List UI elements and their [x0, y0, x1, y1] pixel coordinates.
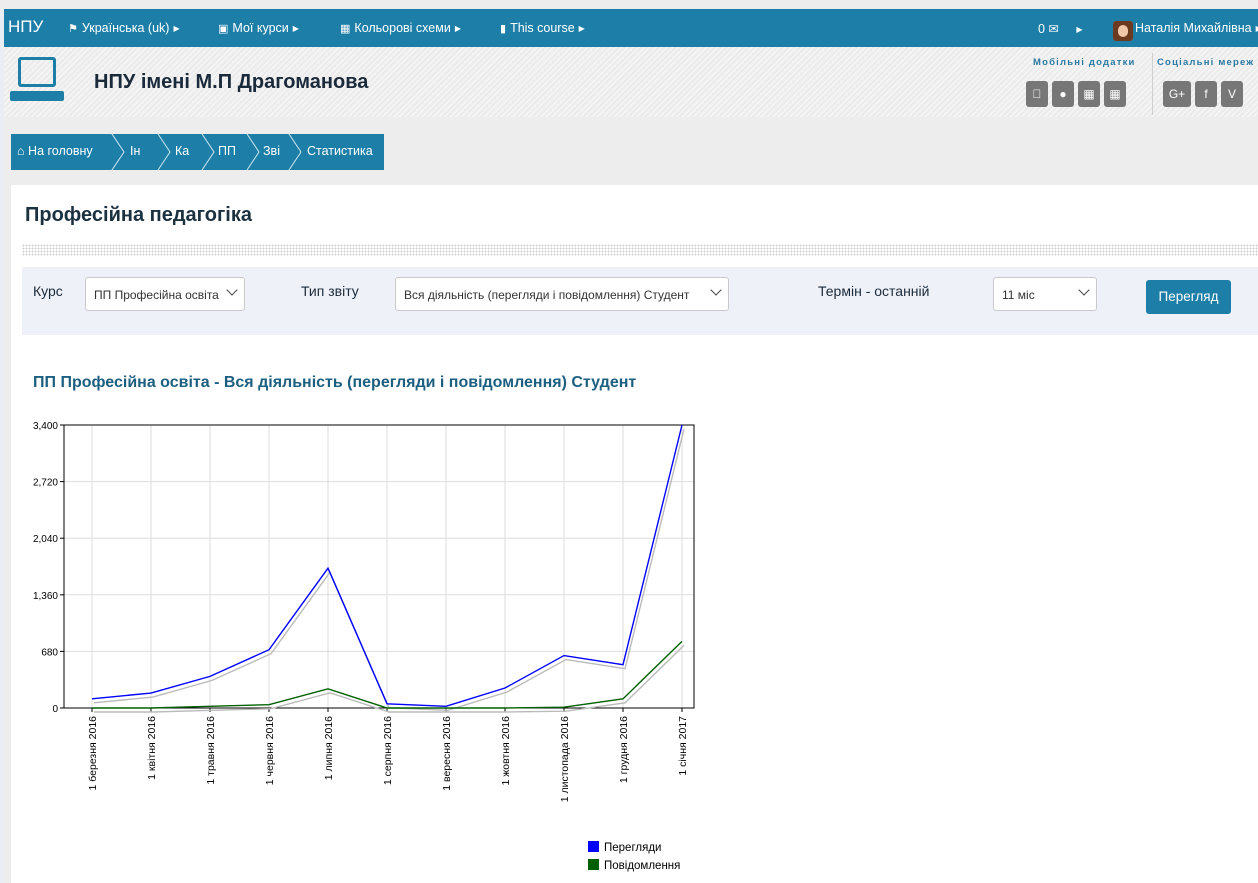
view-button[interactable]: Перегляд — [1146, 280, 1231, 314]
period-label: Термін - останній — [818, 283, 930, 299]
legend-swatch — [588, 841, 599, 852]
activity-chart: 0 680 1,360 2,040 2,720 3,400 1 березня 2016 1 … — [33, 421, 695, 872]
windows-icon[interactable]: ▦ — [1078, 81, 1100, 107]
report-type-select[interactable]: Вся діяльність (перегляди і повідомлення… — [395, 277, 729, 311]
caret-right-icon: ▶ — [1076, 25, 1083, 34]
plot-area — [63, 424, 695, 709]
x-tick-label: 1 січня 2017 — [677, 716, 689, 776]
vk-icon[interactable]: V — [1221, 81, 1243, 107]
legend-label: Повідомлення — [604, 860, 680, 872]
course-select[interactable]: ПП Професійна освіта — [85, 277, 245, 311]
report-type-label: Тип звіту — [301, 283, 359, 299]
breadcrumb: ⌂ На головну Ін Ка ПП Зві Статистика — [11, 134, 384, 170]
laptop-logo-icon[interactable] — [10, 55, 64, 105]
apple-icon[interactable]:  — [1026, 81, 1048, 107]
caret-right-icon: ▶ — [454, 24, 461, 33]
chart-title: ПП Професійна освіта - Вся діяльність (п… — [33, 374, 637, 391]
briefcase-icon: ▣ — [218, 23, 229, 35]
x-tick-label: 1 вересня 2016 — [441, 716, 453, 791]
y-tick-label: 2,040 — [33, 534, 58, 545]
y-tick-label: 680 — [41, 647, 58, 658]
top-navbar: НПУ ⚑ Українська (uk) ▶ ▣ Мої курси ▶ ▦ Кольо… — [4, 9, 1258, 47]
x-tick-label: 1 грудня 2016 — [618, 716, 630, 783]
breadcrumb-current: Статистика — [307, 144, 373, 158]
x-tick-label: 1 серпня 2016 — [382, 716, 394, 785]
windows-phone-icon[interactable]: ▦ — [1104, 81, 1126, 107]
language-menu[interactable]: ⚑ Українська (uk) ▶ — [68, 21, 180, 35]
color-schemes-menu[interactable]: ▦ Кольорові схеми ▶ — [340, 21, 461, 35]
x-tick-label: 1 квітня 2016 — [146, 716, 158, 780]
breadcrumb-item[interactable]: Ін — [130, 144, 140, 158]
y-tick-label: 3,400 — [33, 421, 58, 432]
user-menu[interactable]: Наталія Михайлівна▶ — [1135, 21, 1258, 35]
x-tick-label: 1 липня 2016 — [323, 716, 335, 780]
y-tick-label: 1,360 — [33, 591, 58, 602]
chevron-down-icon — [710, 284, 722, 296]
x-tick-label: 1 листопада 2016 — [559, 716, 571, 802]
caret-right-icon: ▶ — [173, 24, 180, 33]
android-icon[interactable]: ● — [1052, 81, 1074, 107]
dotted-divider — [22, 244, 1258, 256]
legend-label: Перегляди — [604, 842, 661, 854]
flag-icon: ⚑ — [68, 23, 78, 35]
chevron-down-icon — [226, 284, 238, 296]
grid-icon: ▦ — [340, 23, 351, 35]
x-tick-label: 1 березня 2016 — [87, 716, 99, 791]
legend-swatch — [588, 859, 599, 870]
this-course-menu[interactable]: ▮ This course ▶ — [500, 21, 585, 35]
book-icon: ▮ — [500, 23, 507, 35]
mobile-apps-label: Мобільні додатки — [1033, 57, 1136, 68]
avatar[interactable] — [1113, 21, 1133, 41]
facebook-icon[interactable]: f — [1195, 81, 1217, 107]
period-select[interactable]: 11 міс — [993, 277, 1097, 311]
messages-menu[interactable]: 0 ✉ ▶ — [1038, 21, 1083, 36]
x-tick-label: 1 жовтня 2016 — [500, 716, 512, 786]
y-tick-label: 0 — [52, 704, 58, 715]
left-rail — [0, 9, 4, 883]
page-title: Професійна педагогіка — [25, 204, 252, 226]
y-tick-label: 2,720 — [33, 478, 58, 489]
breadcrumb-item[interactable]: Зві — [263, 144, 280, 158]
caret-right-icon: ▶ — [578, 24, 585, 33]
x-tick-label: 1 червня 2016 — [264, 716, 276, 785]
chevron-down-icon — [1078, 284, 1090, 296]
site-header: НПУ імені М.П Драгоманова Мобільні додат… — [4, 47, 1258, 117]
social-networks-label: Соціальні мереж — [1157, 57, 1255, 68]
my-courses-menu[interactable]: ▣ Мої курси ▶ — [218, 21, 299, 35]
breadcrumb-item[interactable]: ПП — [218, 144, 236, 158]
google-plus-icon[interactable]: G+ — [1163, 81, 1191, 107]
course-label: Курс — [33, 283, 63, 299]
caret-right-icon: ▶ — [292, 24, 299, 33]
brand-link[interactable]: НПУ — [8, 17, 43, 37]
x-tick-label: 1 травня 2016 — [205, 716, 217, 785]
site-title[interactable]: НПУ імені М.П Драгоманова — [94, 71, 368, 94]
breadcrumb-item[interactable]: Ка — [175, 144, 189, 158]
header-divider — [1152, 53, 1153, 115]
